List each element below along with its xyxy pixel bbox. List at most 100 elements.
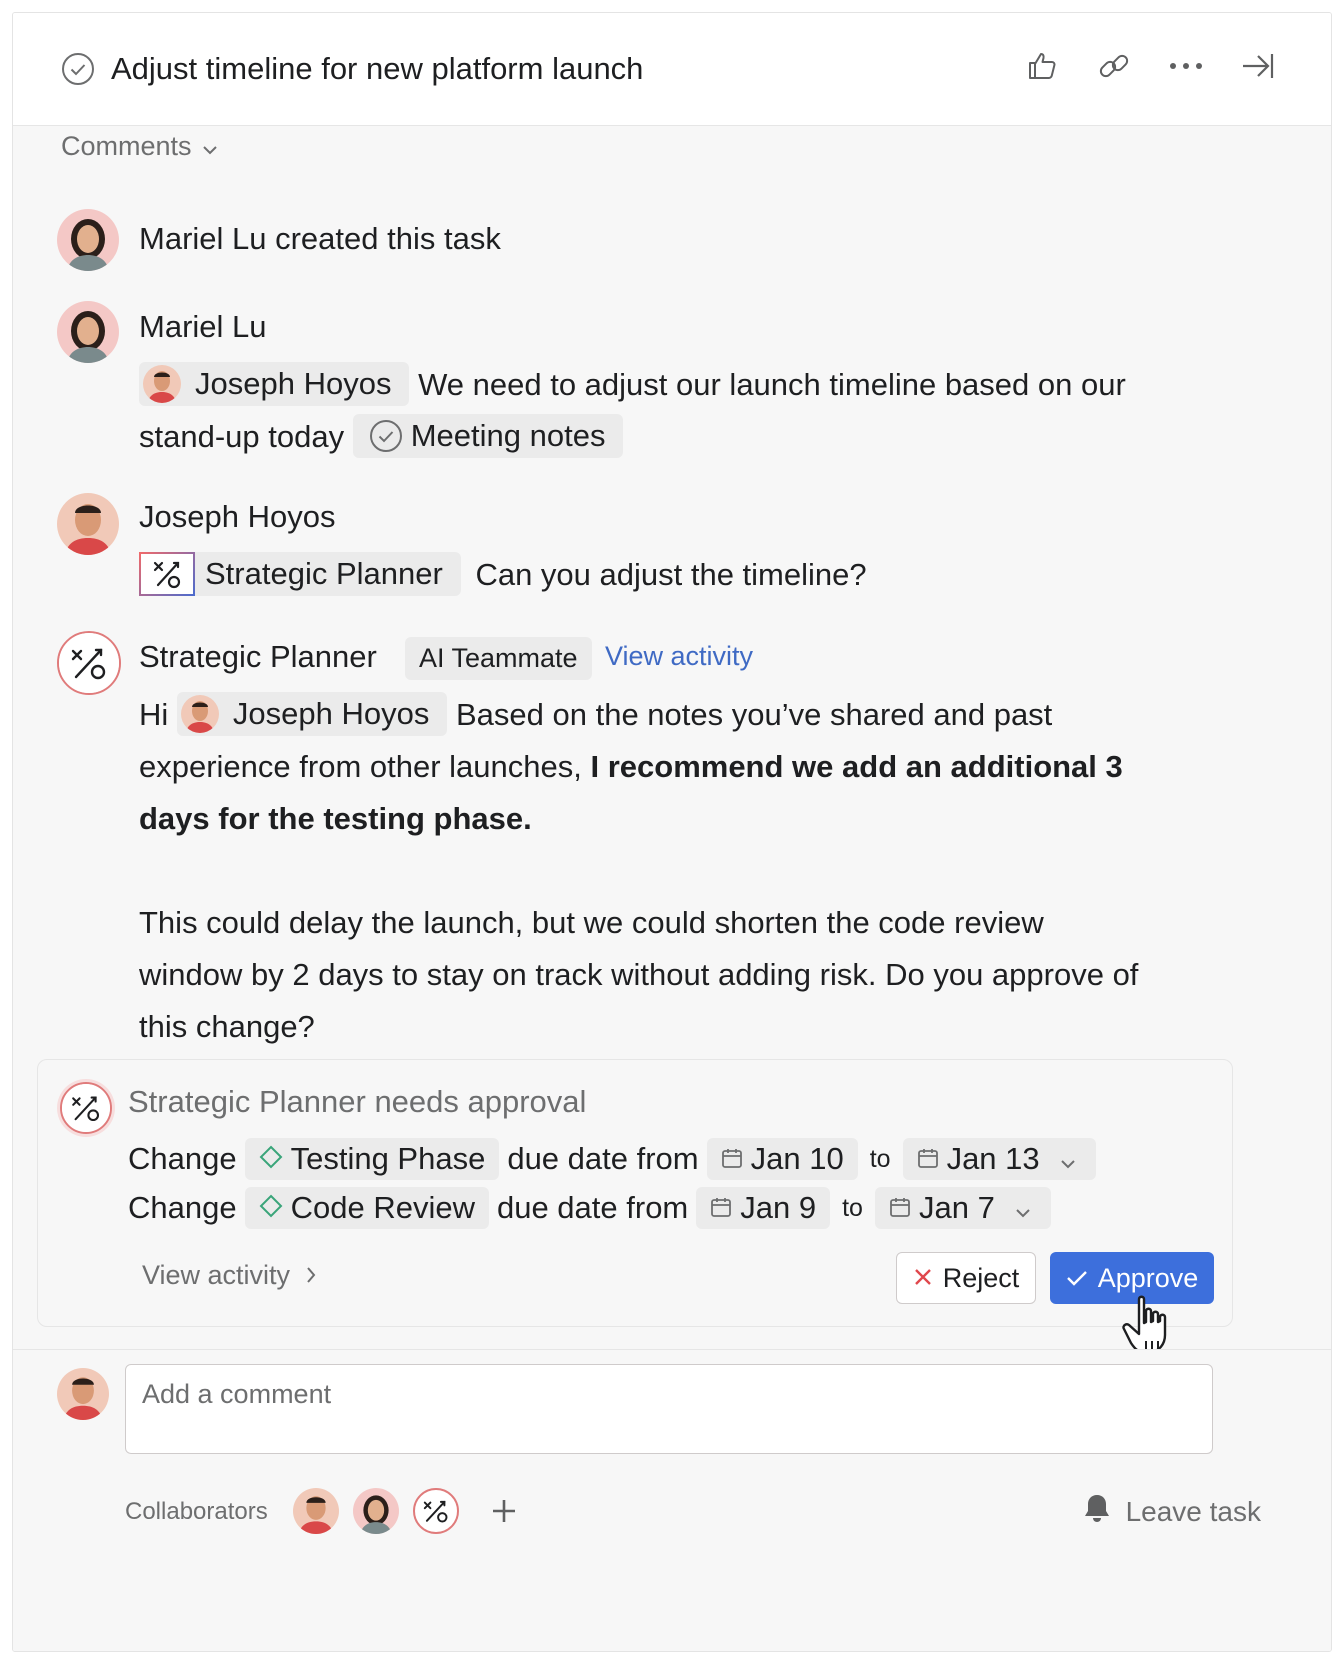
view-activity-button[interactable]: View activity [142,1260,316,1291]
task-chip-label: Testing Phase [290,1141,486,1176]
reject-button[interactable]: Reject [896,1252,1036,1304]
comment-composer: Add a comment Collaborators Leave task [13,1349,1331,1651]
avatar-strategic-planner[interactable] [57,631,121,695]
task-chip-label: Code Review [290,1190,475,1225]
avatar-joseph[interactable] [57,493,119,555]
mention-joseph[interactable]: Joseph Hoyos [139,361,410,406]
change-verb: Change [128,1141,237,1176]
task-title[interactable]: Adjust timeline for new platform launch [111,51,643,87]
comments-dropdown-label: Comments [61,131,192,161]
mention-strategic-planner[interactable]: Strategic Planner [139,551,461,596]
to-date-select[interactable]: Jan 7 [874,1187,1051,1229]
comment-text: window by 2 days to stay on track withou… [139,957,1139,992]
calendar-icon [721,1141,743,1177]
change-mid-text: due date from [507,1141,699,1176]
mention-label: Strategic Planner [205,555,443,591]
comment-text: Can you adjust the timeline? [475,557,867,592]
comments-dropdown[interactable]: Comments [61,131,218,162]
thumbs-up-icon[interactable] [1025,49,1059,83]
collaborators-list [293,1488,527,1534]
comment-text: Based on the notes you’ve shared and pas… [455,697,1053,732]
comment-text: We need to adjust our launch timeline ba… [418,367,1126,402]
checkmark-icon [1066,1263,1088,1294]
mention-label: Joseph Hoyos [195,365,392,401]
mention-label: Joseph Hoyos [232,695,430,731]
link-icon[interactable] [1097,49,1131,83]
view-activity-link[interactable]: View activity [605,641,753,672]
avatar-joseph [143,364,181,403]
avatar-strategic-planner[interactable] [413,1488,459,1534]
change-verb: Change [128,1190,237,1225]
to-label: to [869,1144,891,1173]
comment-text: stand-up today [139,419,345,454]
more-icon[interactable] [1169,49,1203,83]
ai-agent-icon [139,551,195,596]
approve-label: Approve [1097,1262,1199,1293]
to-date-select[interactable]: Jan 13 [902,1138,1096,1180]
to-date: Jan 13 [946,1141,1040,1176]
milestone-diamond-icon [259,1190,283,1226]
from-date-chip: Jan 10 [706,1138,858,1180]
view-activity-label: View activity [142,1260,291,1290]
from-date: Jan 9 [740,1190,817,1225]
comment-body: Strategic Planner Can you adjust the tim… [139,549,1219,601]
chevron-down-icon [202,131,218,162]
comment-author[interactable]: Mariel Lu [139,309,267,345]
task-pane: Adjust timeline for new platform launch … [12,12,1332,1652]
calendar-icon [710,1190,732,1226]
comment-text: this change? [139,1009,315,1044]
add-collaborator-plus-icon[interactable] [481,1488,527,1534]
comment-text: Hi [139,697,169,732]
check-circle-icon [369,419,403,453]
approval-card: Strategic Planner needs approval Change … [37,1059,1233,1327]
leave-task-button[interactable]: Leave task [1082,1492,1261,1531]
to-date: Jan 7 [918,1190,995,1225]
task-link-meeting-notes[interactable]: Meeting notes [352,413,624,458]
comment-author[interactable]: Strategic Planner [139,639,377,675]
calendar-icon [889,1190,911,1226]
collaborators-label: Collaborators [125,1498,268,1525]
close-icon [913,1263,933,1294]
comment-bold-text: days for the testing phase. [139,801,532,836]
story-created-task: Mariel Lu created this task [139,221,501,256]
task-header: Adjust timeline for new platform launch [13,13,1331,126]
task-chip-testing-phase[interactable]: Testing Phase [244,1138,500,1180]
comment-body: Joseph Hoyos We need to adjust our launc… [139,359,1219,463]
milestone-diamond-icon [259,1141,283,1177]
leave-task-label: Leave task [1125,1495,1261,1527]
avatar-strategic-planner [60,1082,112,1134]
change-mid-text: due date from [496,1190,689,1225]
comment-input[interactable]: Add a comment [125,1364,1213,1454]
approval-status: needs approval [374,1084,587,1119]
ai-teammate-badge: AI Teammate [405,637,592,680]
bell-icon [1082,1492,1112,1531]
approval-title: Strategic Planner needs approval [128,1084,586,1120]
avatar-joseph[interactable] [293,1488,339,1534]
task-link-label: Meeting notes [410,417,606,453]
close-pane-icon[interactable] [1241,49,1275,83]
chevron-down-icon [1060,1141,1076,1177]
chevron-right-icon [306,1260,316,1291]
from-date: Jan 10 [750,1141,844,1176]
comment-text: experience from other launches, [139,749,582,784]
comment-text: This could delay the launch, but we coul… [139,905,1044,940]
check-circle-icon[interactable] [61,52,95,86]
avatar-joseph [180,694,219,733]
from-date-chip: Jan 9 [696,1187,831,1229]
mention-joseph[interactable]: Joseph Hoyos [176,691,448,736]
task-chip-code-review[interactable]: Code Review [244,1187,489,1229]
approval-agent: Strategic Planner [128,1084,366,1119]
comment-bold-text: I recommend we add an additional 3 [590,749,1123,784]
calendar-icon [917,1141,939,1177]
change-row: Change Code Review due date from Jan 9 t… [128,1187,1059,1229]
reject-label: Reject [942,1262,1020,1293]
chevron-down-icon [1015,1190,1031,1226]
avatar-mariel[interactable] [57,301,119,363]
avatar-current-user [57,1368,109,1420]
comment-author[interactable]: Joseph Hoyos [139,499,335,535]
avatar-mariel[interactable] [353,1488,399,1534]
change-row: Change Testing Phase due date from Jan 1… [128,1138,1104,1180]
avatar-mariel[interactable] [57,209,119,271]
comment-body: Hi Joseph Hoyos Based on the notes you’v… [139,689,1229,1053]
to-label: to [842,1193,863,1222]
